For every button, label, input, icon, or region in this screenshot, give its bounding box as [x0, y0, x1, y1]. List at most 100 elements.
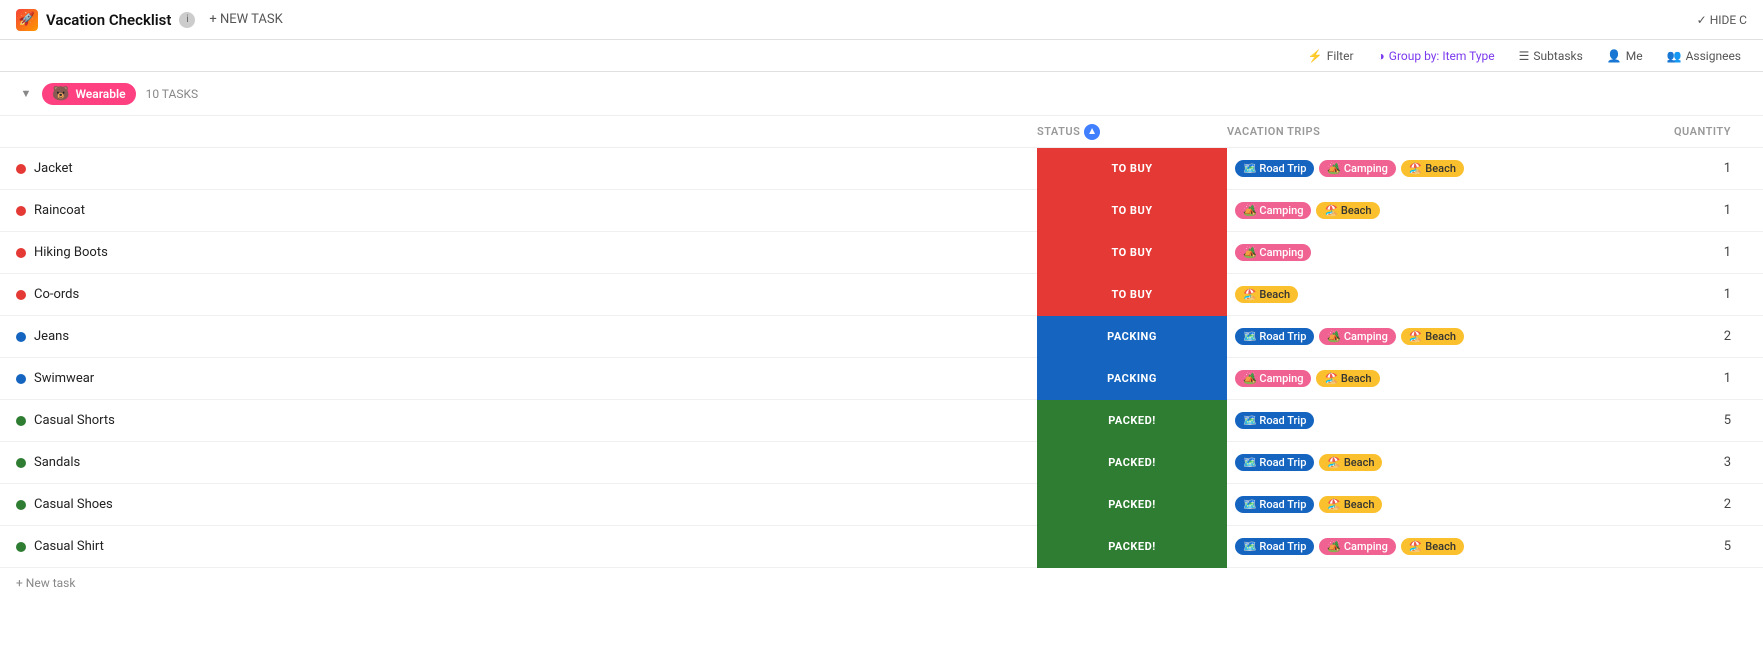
- quantity-cell: 5: [1587, 413, 1747, 428]
- trip-tag[interactable]: 🗺️ Road Trip: [1235, 454, 1314, 471]
- trips-cell: 🏕️ Camping 🏖️ Beach: [1227, 370, 1587, 387]
- status-cell[interactable]: TO BUY: [1037, 191, 1227, 231]
- status-cell[interactable]: PACKED!: [1037, 485, 1227, 525]
- status-badge[interactable]: TO BUY: [1037, 232, 1227, 274]
- table-row[interactable]: JeansPACKING🗺️ Road Trip🏕️ Camping🏖️ Bea…: [0, 316, 1763, 358]
- task-name-cell: Hiking Boots: [16, 245, 1037, 260]
- table-row[interactable]: SandalsPACKED!🗺️ Road Trip🏖️ Beach3: [0, 442, 1763, 484]
- trip-tag[interactable]: 🗺️ Road Trip: [1235, 328, 1314, 345]
- col-header-quantity: QUANTITY: [1587, 125, 1747, 138]
- group-badge[interactable]: 🐻 Wearable: [42, 83, 136, 105]
- task-color-dot: [16, 500, 26, 510]
- task-color-dot: [16, 206, 26, 216]
- status-badge[interactable]: PACKED!: [1037, 484, 1227, 526]
- status-cell[interactable]: PACKED!: [1037, 527, 1227, 567]
- status-badge[interactable]: PACKING: [1037, 316, 1227, 358]
- trip-tag[interactable]: 🏖️ Beach: [1401, 538, 1464, 555]
- task-color-dot: [16, 248, 26, 258]
- status-badge[interactable]: PACKED!: [1037, 400, 1227, 442]
- status-badge[interactable]: PACKED!: [1037, 442, 1227, 484]
- new-task-button[interactable]: + NEW TASK: [203, 10, 288, 29]
- page-title: Vacation Checklist: [46, 11, 171, 29]
- assignees-button[interactable]: 👥 Assignees: [1661, 47, 1747, 65]
- table-row[interactable]: Raincoat TO BUY 🏕️ Camping 🏖️ Beach 1: [0, 190, 1763, 232]
- trips-cell: 🏕️ Camping 🏖️ Beach: [1227, 202, 1587, 219]
- col-header-status[interactable]: STATUS ▲: [1037, 124, 1227, 140]
- trip-tag[interactable]: 🏕️ Camping: [1235, 244, 1311, 261]
- hide-button[interactable]: ✓ HIDE C: [1697, 13, 1747, 27]
- status-cell[interactable]: TO BUY: [1037, 275, 1227, 315]
- me-label: Me: [1626, 49, 1643, 63]
- table-row[interactable]: Co-ordsTO BUY 🏖️ Beach 1: [0, 274, 1763, 316]
- table-row[interactable]: Casual ShoesPACKED!🗺️ Road Trip🏖️ Beach2: [0, 484, 1763, 526]
- task-count: 10 TASKS: [146, 87, 199, 101]
- task-color-dot: [16, 416, 26, 426]
- subtasks-button[interactable]: ☰ Subtasks: [1513, 47, 1589, 65]
- table-row[interactable]: Casual Shorts PACKED! 🗺️ Road Trip 5: [0, 400, 1763, 442]
- table-row[interactable]: SwimwearPACKING🏕️ Camping🏖️ Beach1: [0, 358, 1763, 400]
- filter-icon: ⚡: [1308, 49, 1323, 63]
- task-name-cell: Casual Shoes: [16, 497, 1037, 512]
- task-color-dot: [16, 374, 26, 384]
- trip-tag[interactable]: 🏕️ Camping: [1319, 160, 1395, 177]
- trip-tag[interactable]: 🏕️ Camping: [1319, 538, 1395, 555]
- quantity-cell: 1: [1587, 287, 1747, 302]
- trip-tag[interactable]: 🏖️ Beach: [1319, 454, 1382, 471]
- trip-tag[interactable]: 🏕️ Camping: [1235, 370, 1311, 387]
- task-name-cell: Co-ords: [16, 287, 1037, 302]
- trip-tag[interactable]: 🏕️ Camping: [1235, 202, 1311, 219]
- status-badge[interactable]: TO BUY: [1037, 274, 1227, 316]
- status-cell[interactable]: PACKED!: [1037, 443, 1227, 483]
- status-badge[interactable]: TO BUY: [1037, 190, 1227, 232]
- info-icon[interactable]: i: [179, 12, 195, 28]
- task-name-text: Casual Shorts: [34, 413, 115, 428]
- trips-cell: 🗺️ Road Trip 🏕️ Camping 🏖️ Beach: [1227, 538, 1587, 555]
- status-cell[interactable]: TO BUY: [1037, 149, 1227, 189]
- status-badge[interactable]: PACKED!: [1037, 526, 1227, 568]
- status-cell[interactable]: PACKING: [1037, 317, 1227, 357]
- collapse-button[interactable]: ▼: [16, 84, 36, 104]
- assignees-icon: 👥: [1667, 49, 1682, 63]
- trip-tag[interactable]: 🏖️ Beach: [1316, 202, 1379, 219]
- status-cell[interactable]: TO BUY: [1037, 233, 1227, 273]
- trip-tag[interactable]: 🏖️ Beach: [1319, 496, 1382, 513]
- top-bar-right: ✓ HIDE C: [1697, 13, 1747, 27]
- trip-tag[interactable]: 🗺️ Road Trip: [1235, 412, 1314, 429]
- column-headers: STATUS ▲ VACATION TRIPS QUANTITY: [0, 116, 1763, 148]
- status-badge[interactable]: TO BUY: [1037, 148, 1227, 190]
- table-row[interactable]: JacketTO BUY🗺️ Road Trip🏕️ Camping🏖️ Bea…: [0, 148, 1763, 190]
- status-badge[interactable]: PACKING: [1037, 358, 1227, 400]
- trip-tag[interactable]: 🏕️ Camping: [1319, 328, 1395, 345]
- filter-button[interactable]: ⚡ Filter: [1302, 47, 1360, 65]
- trip-tag[interactable]: 🗺️ Road Trip: [1235, 538, 1314, 555]
- table-row[interactable]: Casual Shirt PACKED! 🗺️ Road Trip 🏕️ Campin…: [0, 526, 1763, 568]
- filter-label: Filter: [1327, 49, 1354, 63]
- quantity-cell: 1: [1587, 371, 1747, 386]
- trip-tag[interactable]: 🗺️ Road Trip: [1235, 160, 1314, 177]
- quantity-cell: 1: [1587, 203, 1747, 218]
- app-logo: 🚀: [16, 9, 38, 31]
- me-button[interactable]: 👤 Me: [1601, 47, 1649, 65]
- trip-tag[interactable]: 🗺️ Road Trip: [1235, 496, 1314, 513]
- top-bar-left: 🚀 Vacation Checklist i + NEW TASK: [16, 9, 1697, 31]
- trip-tag[interactable]: 🏖️ Beach: [1316, 370, 1379, 387]
- trips-cell: 🗺️ Road Trip 🏖️ Beach: [1227, 454, 1587, 471]
- task-name-text: Casual Shirt: [34, 539, 104, 554]
- task-name-text: Raincoat: [34, 203, 85, 218]
- trip-tag[interactable]: 🏖️ Beach: [1401, 160, 1464, 177]
- trip-tag[interactable]: 🏖️ Beach: [1235, 286, 1298, 303]
- add-task-row[interactable]: + New task: [0, 568, 1763, 598]
- group-header: ▼ 🐻 Wearable 10 TASKS: [0, 72, 1763, 116]
- toolbar: ⚡ Filter ◑ Group by: Item Type ☰ Subtask…: [0, 40, 1763, 72]
- sort-badge[interactable]: ▲: [1084, 124, 1100, 140]
- task-name-text: Casual Shoes: [34, 497, 113, 512]
- group-by-button[interactable]: ◑ Group by: Item Type: [1372, 47, 1501, 65]
- assignees-label: Assignees: [1686, 49, 1741, 63]
- task-name-cell: Sandals: [16, 455, 1037, 470]
- trip-tag[interactable]: 🏖️ Beach: [1401, 328, 1464, 345]
- table-row[interactable]: Hiking BootsTO BUY🏕️ Camping1: [0, 232, 1763, 274]
- status-cell[interactable]: PACKING: [1037, 359, 1227, 399]
- status-cell[interactable]: PACKED!: [1037, 401, 1227, 441]
- task-color-dot: [16, 290, 26, 300]
- trips-cell: 🗺️ Road Trip: [1227, 412, 1587, 429]
